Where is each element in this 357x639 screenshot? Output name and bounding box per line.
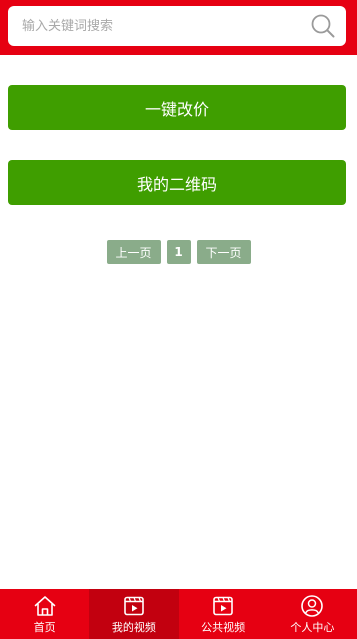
tab-label: 首页 (33, 621, 56, 634)
home-icon (34, 596, 55, 616)
current-page-number[interactable]: 1 (166, 240, 191, 264)
search-input[interactable] (8, 6, 298, 46)
tab-label: 我的视频 (111, 621, 156, 634)
previous-page-button[interactable]: 上一页 (106, 240, 161, 264)
header-bar (0, 0, 357, 55)
my-qrcode-button[interactable]: 我的二维码 (8, 160, 346, 205)
tab-home[interactable]: 首页 (0, 589, 89, 639)
tab-personal-center[interactable]: 个人中心 (268, 589, 357, 639)
video-icon (124, 596, 144, 616)
user-icon (301, 595, 324, 617)
video-icon (213, 596, 233, 616)
tab-my-videos[interactable]: 我的视频 (89, 589, 179, 639)
bottom-tab-bar: 首页 我的视频 公共视频 个人中心 (0, 589, 357, 639)
tab-public-videos[interactable]: 公共视频 (179, 589, 268, 639)
search-icon[interactable] (310, 13, 336, 39)
one-click-price-change-button[interactable]: 一键改价 (8, 85, 346, 130)
tab-label: 公共视频 (201, 621, 246, 634)
next-page-button[interactable]: 下一页 (196, 240, 251, 264)
search-box (8, 6, 346, 46)
pagination: 上一页 1 下一页 (0, 240, 357, 264)
tab-label: 个人中心 (290, 621, 335, 634)
